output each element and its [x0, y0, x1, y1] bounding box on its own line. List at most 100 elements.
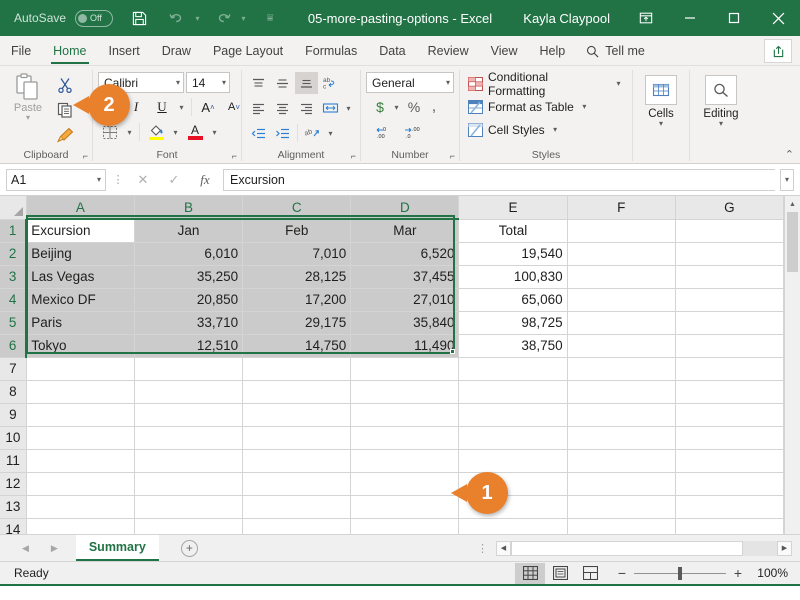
column-header-e[interactable]: E	[458, 196, 568, 220]
cell-g7[interactable]	[675, 357, 784, 381]
cell-d6[interactable]: 11,490	[350, 334, 460, 358]
font-color-dropdown-icon[interactable]: ▾	[209, 128, 220, 137]
align-center-button[interactable]	[271, 97, 294, 119]
cell-f11[interactable]	[567, 449, 676, 473]
cell-b10[interactable]	[134, 426, 244, 450]
cell-g6[interactable]	[675, 334, 784, 358]
column-header-c[interactable]: C	[242, 196, 352, 220]
cell-f7[interactable]	[567, 357, 676, 381]
number-format-select[interactable]: General ▾	[366, 72, 454, 93]
cell-b12[interactable]	[134, 472, 244, 496]
cell-b4[interactable]: 20,850	[134, 288, 244, 312]
cell-b3[interactable]: 35,250	[134, 265, 244, 289]
decrease-decimal-button[interactable]: .00.0	[402, 121, 424, 143]
cell-g4[interactable]	[675, 288, 784, 312]
cell-g9[interactable]	[675, 403, 784, 427]
cell-f5[interactable]	[567, 311, 676, 335]
scroll-right-icon[interactable]: ▶	[777, 540, 792, 556]
format-painter-icon[interactable]	[53, 124, 77, 146]
cell-c6[interactable]: 14,750	[242, 334, 352, 358]
cell-g5[interactable]	[675, 311, 784, 335]
row-header-4[interactable]: 4	[0, 288, 28, 312]
row-header-2[interactable]: 2	[0, 242, 28, 266]
zoom-level-label[interactable]: 100%	[750, 566, 788, 580]
page-break-preview-icon[interactable]	[575, 563, 605, 584]
cell-e6[interactable]: 38,750	[458, 334, 568, 358]
cell-c7[interactable]	[242, 357, 352, 381]
cell-f2[interactable]	[567, 242, 676, 266]
undo-icon[interactable]	[163, 4, 191, 32]
row-header-14[interactable]: 14	[0, 518, 27, 534]
cell-g12[interactable]	[675, 472, 784, 496]
conditional-formatting-button[interactable]: Conditional Formatting ▾	[465, 70, 627, 98]
wrap-text-button[interactable]: ab c	[319, 72, 342, 94]
cell-d7[interactable]	[350, 357, 460, 381]
increase-font-size-button[interactable]: A ˄	[196, 96, 220, 118]
cell-e10[interactable]	[458, 426, 568, 450]
row-header-5[interactable]: 5	[0, 311, 28, 335]
font-dialog-launcher[interactable]: ⌐	[232, 151, 237, 161]
zoom-in-button[interactable]: +	[733, 565, 743, 581]
alignment-dialog-launcher[interactable]: ⌐	[351, 151, 356, 161]
cell-g14[interactable]	[675, 518, 784, 534]
align-right-button[interactable]	[295, 97, 318, 119]
cell-a13[interactable]	[26, 495, 135, 519]
zoom-slider-knob[interactable]	[678, 566, 682, 580]
horizontal-scrollbar[interactable]: ◀ ▶	[496, 540, 792, 556]
cell-e14[interactable]	[458, 518, 568, 534]
insert-function-icon[interactable]: fx	[192, 169, 218, 191]
percent-style-button[interactable]: %	[405, 96, 423, 118]
cell-d2[interactable]: 6,520	[350, 242, 460, 266]
cell-f6[interactable]	[567, 334, 676, 358]
column-header-b[interactable]: B	[134, 196, 244, 220]
horizontal-scrollbar-thumb[interactable]	[511, 540, 743, 556]
select-all-corner[interactable]	[0, 196, 27, 220]
cell-f14[interactable]	[567, 518, 676, 534]
column-header-f[interactable]: F	[567, 196, 676, 220]
next-sheet-icon[interactable]: ▶	[51, 543, 58, 554]
merge-center-icon[interactable]	[319, 97, 342, 119]
paste-dropdown-icon[interactable]: ▾	[26, 114, 30, 122]
cut-icon[interactable]	[53, 74, 77, 96]
cell-c2[interactable]: 7,010	[242, 242, 352, 266]
paste-button[interactable]: Paste ▾	[5, 70, 51, 122]
cell-g8[interactable]	[675, 380, 784, 404]
cells-button[interactable]: Cells ▾	[638, 70, 684, 128]
cell-d9[interactable]	[350, 403, 460, 427]
align-top-button[interactable]	[247, 72, 270, 94]
sheet-tab-summary[interactable]: Summary	[75, 535, 159, 561]
cell-f8[interactable]	[567, 380, 676, 404]
fill-color-icon[interactable]	[144, 121, 168, 143]
align-left-button[interactable]	[247, 97, 270, 119]
clipboard-dialog-launcher[interactable]: ⌐	[83, 151, 88, 161]
cell-g10[interactable]	[675, 426, 784, 450]
cells-dropdown-icon[interactable]: ▾	[659, 120, 663, 128]
user-account-name[interactable]: Kayla Claypool	[523, 11, 610, 26]
cell-a2[interactable]: Beijing	[26, 242, 135, 266]
tell-me-box[interactable]: Tell me	[576, 37, 655, 65]
cell-b8[interactable]	[134, 380, 244, 404]
cell-b11[interactable]	[134, 449, 244, 473]
cell-a10[interactable]	[26, 426, 135, 450]
cell-e3[interactable]: 100,830	[458, 265, 568, 289]
underline-dropdown-icon[interactable]: ▾	[176, 103, 187, 112]
tab-file[interactable]: File	[0, 37, 42, 65]
zoom-slider[interactable]	[634, 566, 726, 580]
row-header-11[interactable]: 11	[0, 449, 27, 473]
cell-c3[interactable]: 28,125	[242, 265, 352, 289]
cell-a5[interactable]: Paris	[26, 311, 135, 335]
cell-b14[interactable]	[134, 518, 244, 534]
column-header-g[interactable]: G	[675, 196, 784, 220]
cell-c8[interactable]	[242, 380, 352, 404]
row-header-1[interactable]: 1	[0, 219, 28, 243]
formula-input[interactable]: Excursion	[223, 168, 775, 191]
conditional-formatting-dropdown-icon[interactable]: ▾	[613, 79, 624, 88]
column-header-d[interactable]: D	[350, 196, 460, 220]
cell-a8[interactable]	[26, 380, 135, 404]
normal-view-icon[interactable]	[515, 562, 545, 584]
collapse-ribbon-icon[interactable]: ⌃	[785, 148, 794, 161]
cell-g1[interactable]	[675, 219, 784, 243]
increase-decimal-button[interactable]: 0.00	[374, 121, 396, 143]
cell-e8[interactable]	[458, 380, 568, 404]
cell-f12[interactable]	[567, 472, 676, 496]
